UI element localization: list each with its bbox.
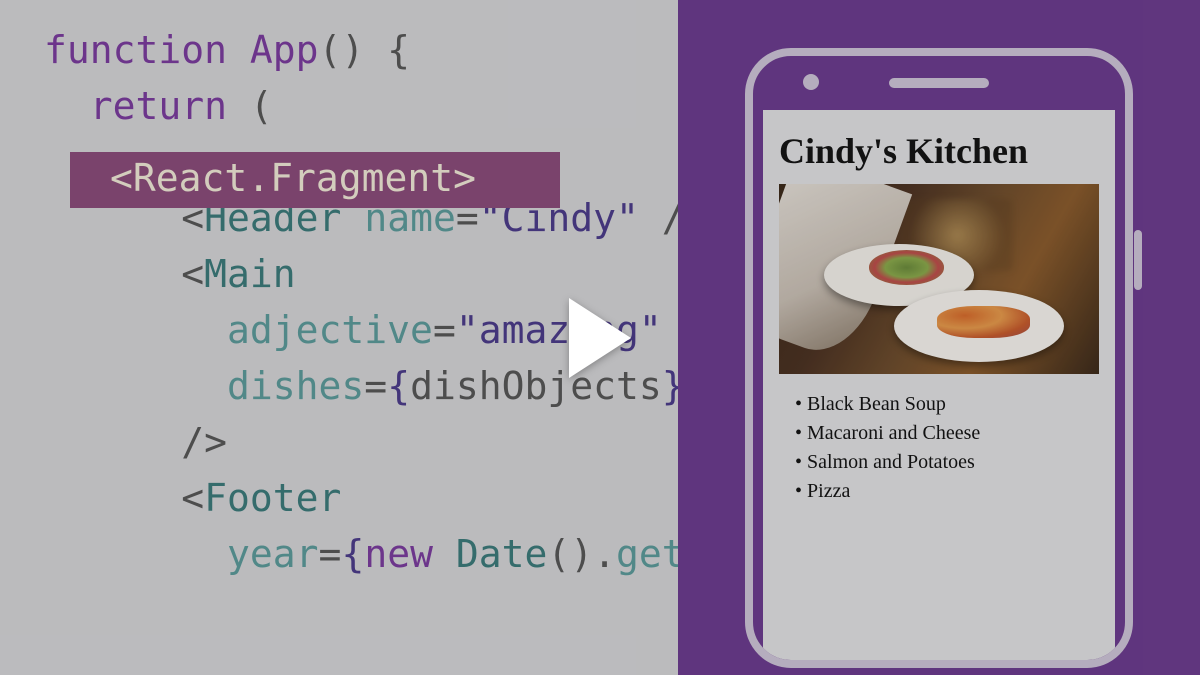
code-line-2: return ( <box>44 78 678 134</box>
tag-footer: Footer <box>204 476 341 520</box>
attr-year: year <box>44 532 319 576</box>
code-line-8: /> <box>44 414 678 470</box>
video-thumbnail[interactable]: function App() { return ( <Header name="… <box>0 0 1200 675</box>
phone-power-button-icon <box>1134 230 1142 290</box>
code-line-9: <Footer <box>44 470 678 526</box>
dish-list: Black Bean Soup Macaroni and Cheese Salm… <box>779 390 1099 506</box>
self-close: /> <box>44 420 227 464</box>
keyword-return: return <box>44 84 227 128</box>
keyword-function: function <box>44 28 227 72</box>
play-icon[interactable] <box>569 298 631 378</box>
device-preview-panel: Cindy's Kitchen Black Bean Soup Macaroni… <box>678 0 1200 675</box>
class-date: Date <box>433 532 547 576</box>
list-item: Macaroni and Cheese <box>795 419 1099 448</box>
list-item: Pizza <box>795 477 1099 506</box>
code-parens: () { <box>319 28 411 72</box>
list-item: Salmon and Potatoes <box>795 448 1099 477</box>
code-paren-open: ( <box>227 84 273 128</box>
phone-speaker-icon <box>889 78 989 88</box>
code-line-5: <Main <box>44 246 678 302</box>
keyword-new: new <box>364 532 433 576</box>
phone-screen: Cindy's Kitchen Black Bean Soup Macaroni… <box>763 110 1115 660</box>
phone-camera-icon <box>803 74 819 90</box>
bruschetta-plate <box>894 290 1064 362</box>
attr-adjective: adjective <box>44 308 433 352</box>
hero-image <box>779 184 1099 374</box>
tag-main: Main <box>204 252 296 296</box>
app-title: Cindy's Kitchen <box>779 130 1099 172</box>
phone-frame: Cindy's Kitchen Black Bean Soup Macaroni… <box>745 48 1133 668</box>
code-line-10: year={new Date().get <box>44 526 678 582</box>
func-name: App <box>227 28 319 72</box>
list-item: Black Bean Soup <box>795 390 1099 419</box>
attr-dishes: dishes <box>44 364 364 408</box>
code-line-1: function App() { <box>44 22 678 78</box>
code-highlight-fragment: <React.Fragment> <box>110 150 476 206</box>
